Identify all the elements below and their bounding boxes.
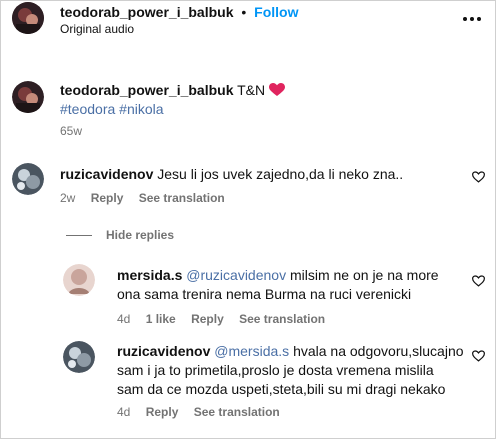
audio-label[interactable]: Original audio bbox=[60, 22, 134, 36]
avatar-image bbox=[12, 2, 44, 34]
red-heart-icon bbox=[269, 83, 286, 97]
reply-text-line-3: sam da ce mozda uspeti,steta,bili su mi … bbox=[117, 381, 446, 397]
hide-replies-label[interactable]: Hide replies bbox=[106, 228, 174, 242]
heart-outline-icon[interactable] bbox=[472, 349, 485, 362]
reply-button[interactable]: Reply bbox=[146, 405, 179, 419]
avatar-image bbox=[12, 81, 44, 113]
comment-line: ruzicavidenov Jesu li jos uvek zajedno,d… bbox=[60, 165, 403, 184]
comment-time[interactable]: 2w bbox=[60, 191, 75, 205]
heart-outline-icon[interactable] bbox=[472, 274, 485, 287]
caption-line: teodorab_power_i_balbuk T&N bbox=[60, 81, 286, 100]
replies-divider-line bbox=[66, 235, 92, 236]
header-username[interactable]: teodorab_power_i_balbuk • Follow bbox=[60, 4, 299, 20]
comment-meta: 2w Reply See translation bbox=[60, 191, 237, 205]
caption-avatar[interactable] bbox=[12, 81, 44, 113]
caption-username[interactable]: teodorab_power_i_balbuk bbox=[60, 82, 233, 98]
follow-button[interactable]: Follow bbox=[254, 4, 298, 20]
reply-username[interactable]: mersida.s bbox=[117, 267, 182, 283]
caption-text: T&N bbox=[237, 82, 266, 98]
heart-outline-icon[interactable] bbox=[472, 170, 485, 183]
header-username-text[interactable]: teodorab_power_i_balbuk bbox=[60, 4, 233, 20]
reply-line-1: ruzicavidenov @mersida.s hvala na odgovo… bbox=[117, 342, 464, 361]
avatar-image bbox=[12, 163, 44, 195]
reply-mention[interactable]: @mersida.s bbox=[214, 343, 289, 359]
reply-avatar[interactable] bbox=[63, 341, 95, 373]
reply-line-1: mersida.s @ruzicavidenov milsim ne on je… bbox=[117, 266, 439, 285]
comment-username[interactable]: ruzicavidenov bbox=[60, 166, 153, 182]
comment-avatar[interactable] bbox=[12, 163, 44, 195]
reply-text-line-2: ona sama trenira nema Burma na ruci vere… bbox=[117, 286, 412, 302]
reply-button[interactable]: Reply bbox=[91, 191, 124, 205]
caption-time[interactable]: 65w bbox=[60, 124, 82, 138]
reply-time[interactable]: 4d bbox=[117, 405, 130, 419]
author-avatar[interactable] bbox=[12, 2, 44, 34]
reply-meta: 4d Reply See translation bbox=[117, 405, 292, 419]
avatar-image bbox=[63, 264, 95, 296]
see-translation-button[interactable]: See translation bbox=[194, 405, 280, 419]
reply-text: milsim ne on je na more bbox=[289, 267, 439, 283]
reply-text-line-2: sam i ja to primetila,proslo je dosta vr… bbox=[117, 362, 434, 378]
reply-mention[interactable]: @ruzicavidenov bbox=[186, 267, 286, 283]
reply-username[interactable]: ruzicavidenov bbox=[117, 343, 210, 359]
reply-button[interactable]: Reply bbox=[191, 312, 224, 326]
see-translation-button[interactable]: See translation bbox=[239, 312, 325, 326]
avatar-image bbox=[63, 341, 95, 373]
reply-avatar[interactable] bbox=[63, 264, 95, 296]
reply-text: hvala na odgovoru,slucajno bbox=[293, 343, 464, 359]
see-translation-button[interactable]: See translation bbox=[139, 191, 225, 205]
caption-hashtags[interactable]: #teodora #nikola bbox=[60, 100, 164, 119]
header-separator: • bbox=[241, 4, 247, 20]
reply-meta: 4d 1 like Reply See translation bbox=[117, 312, 337, 326]
more-options-icon[interactable] bbox=[462, 12, 482, 24]
comment-text: Jesu li jos uvek zajedno,da li neko zna.… bbox=[157, 166, 404, 182]
likes-count[interactable]: 1 like bbox=[146, 312, 176, 326]
reply-time[interactable]: 4d bbox=[117, 312, 130, 326]
